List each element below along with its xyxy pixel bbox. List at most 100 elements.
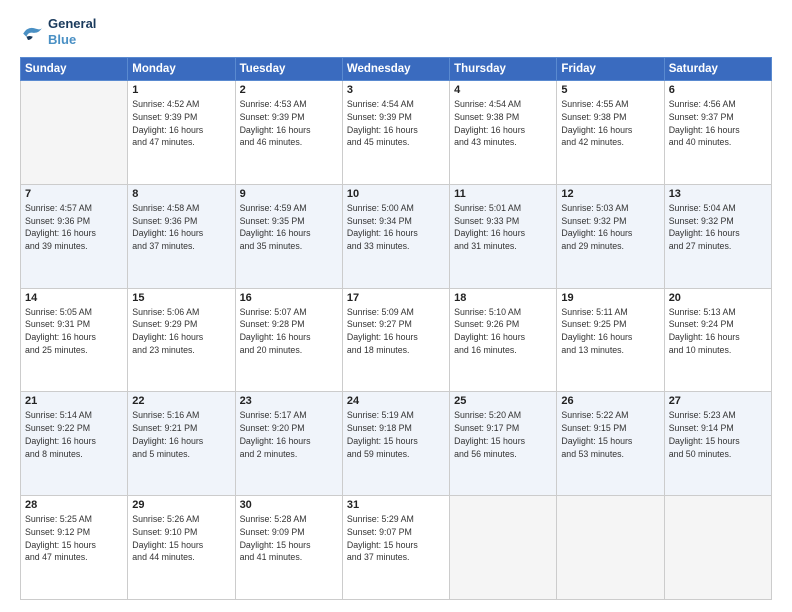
day-number: 11: [454, 188, 552, 200]
calendar-cell: 6 Sunrise: 4:56 AM Sunset: 9:37 PM Daylig…: [664, 81, 771, 185]
day-info: Sunrise: 5:23 AM Sunset: 9:14 PM Dayligh…: [669, 409, 767, 460]
day-info: Sunrise: 5:17 AM Sunset: 9:20 PM Dayligh…: [240, 409, 338, 460]
calendar-week-row: 1 Sunrise: 4:52 AM Sunset: 9:39 PM Daylig…: [21, 81, 772, 185]
day-info: Sunrise: 5:16 AM Sunset: 9:21 PM Dayligh…: [132, 409, 230, 460]
day-number: 28: [25, 499, 123, 511]
day-info: Sunrise: 5:05 AM Sunset: 9:31 PM Dayligh…: [25, 306, 123, 357]
calendar-cell: [664, 496, 771, 600]
calendar-cell: 5Sunrise: 4:55 AM Sunset: 9:38 PM Daylig…: [557, 81, 664, 185]
calendar-header-thursday: Thursday: [450, 58, 557, 81]
calendar-cell: 23 Sunrise: 5:17 AM Sunset: 9:20 PM Dayli…: [235, 392, 342, 496]
calendar-header-friday: Friday: [557, 58, 664, 81]
day-info: Sunrise: 5:00 AM Sunset: 9:34 PM Dayligh…: [347, 202, 445, 253]
day-number: 2: [240, 84, 338, 96]
day-number: 9: [240, 188, 338, 200]
calendar-cell: 18 Sunrise: 5:10 AM Sunset: 9:26 PM Dayli…: [450, 288, 557, 392]
day-info: Sunrise: 5:06 AM Sunset: 9:29 PM Dayligh…: [132, 306, 230, 357]
calendar-week-row: 7 Sunrise: 4:57 AM Sunset: 9:36 PM Daylig…: [21, 184, 772, 288]
calendar-cell: 29 Sunrise: 5:26 AM Sunset: 9:10 PM Dayli…: [128, 496, 235, 600]
calendar-cell: 11 Sunrise: 5:01 AM Sunset: 9:33 PM Dayli…: [450, 184, 557, 288]
day-number: 15: [132, 292, 230, 304]
day-info: Sunrise: 4:53 AM Sunset: 9:39 PM Dayligh…: [240, 98, 338, 149]
calendar-cell: 28 Sunrise: 5:25 AM Sunset: 9:12 PM Dayli…: [21, 496, 128, 600]
day-info: Sunrise: 5:01 AM Sunset: 9:33 PM Dayligh…: [454, 202, 552, 253]
calendar-cell: 12 Sunrise: 5:03 AM Sunset: 9:32 PM Dayli…: [557, 184, 664, 288]
day-info: Sunrise: 5:29 AM Sunset: 9:07 PM Dayligh…: [347, 513, 445, 564]
day-info: Sunrise: 5:10 AM Sunset: 9:26 PM Dayligh…: [454, 306, 552, 357]
calendar-header-monday: Monday: [128, 58, 235, 81]
day-info: Sunrise: 4:58 AM Sunset: 9:36 PM Dayligh…: [132, 202, 230, 253]
day-number: 6: [669, 84, 767, 96]
day-info: Sunrise: 4:54 AM Sunset: 9:39 PM Dayligh…: [347, 98, 445, 149]
header: General Blue: [20, 16, 772, 47]
day-number: 4: [454, 84, 552, 96]
day-info: Sunrise: 5:22 AM Sunset: 9:15 PM Dayligh…: [561, 409, 659, 460]
calendar-week-row: 14 Sunrise: 5:05 AM Sunset: 9:31 PM Dayli…: [21, 288, 772, 392]
day-number: 23: [240, 395, 338, 407]
day-number: 18: [454, 292, 552, 304]
day-number: 1: [132, 84, 230, 96]
day-info: Sunrise: 5:13 AM Sunset: 9:24 PM Dayligh…: [669, 306, 767, 357]
calendar-cell: 16 Sunrise: 5:07 AM Sunset: 9:28 PM Dayli…: [235, 288, 342, 392]
calendar-cell: 2 Sunrise: 4:53 AM Sunset: 9:39 PM Daylig…: [235, 81, 342, 185]
calendar-cell: 1 Sunrise: 4:52 AM Sunset: 9:39 PM Daylig…: [128, 81, 235, 185]
page: General Blue SundayMondayTuesdayWednesda…: [0, 0, 792, 612]
calendar-cell: 24 Sunrise: 5:19 AM Sunset: 9:18 PM Dayli…: [342, 392, 449, 496]
day-info: Sunrise: 5:04 AM Sunset: 9:32 PM Dayligh…: [669, 202, 767, 253]
day-info: Sunrise: 5:26 AM Sunset: 9:10 PM Dayligh…: [132, 513, 230, 564]
calendar-table: SundayMondayTuesdayWednesdayThursdayFrid…: [20, 57, 772, 600]
day-number: 12: [561, 188, 659, 200]
day-number: 24: [347, 395, 445, 407]
calendar-cell: 26 Sunrise: 5:22 AM Sunset: 9:15 PM Dayli…: [557, 392, 664, 496]
calendar-header-tuesday: Tuesday: [235, 58, 342, 81]
day-number: 16: [240, 292, 338, 304]
calendar-cell: 31 Sunrise: 5:29 AM Sunset: 9:07 PM Dayli…: [342, 496, 449, 600]
day-number: 26: [561, 395, 659, 407]
day-number: 17: [347, 292, 445, 304]
calendar-week-row: 28 Sunrise: 5:25 AM Sunset: 9:12 PM Dayli…: [21, 496, 772, 600]
day-number: 14: [25, 292, 123, 304]
calendar-cell: 17Sunrise: 5:09 AM Sunset: 9:27 PM Dayli…: [342, 288, 449, 392]
day-info: Sunrise: 5:07 AM Sunset: 9:28 PM Dayligh…: [240, 306, 338, 357]
calendar-cell: 21 Sunrise: 5:14 AM Sunset: 9:22 PM Dayli…: [21, 392, 128, 496]
day-info: Sunrise: 5:20 AM Sunset: 9:17 PM Dayligh…: [454, 409, 552, 460]
calendar-header-sunday: Sunday: [21, 58, 128, 81]
day-info: Sunrise: 5:11 AM Sunset: 9:25 PM Dayligh…: [561, 306, 659, 357]
calendar-week-row: 21 Sunrise: 5:14 AM Sunset: 9:22 PM Dayli…: [21, 392, 772, 496]
day-number: 7: [25, 188, 123, 200]
calendar-cell: [450, 496, 557, 600]
day-number: 31: [347, 499, 445, 511]
day-number: 21: [25, 395, 123, 407]
calendar-cell: 20Sunrise: 5:13 AM Sunset: 9:24 PM Dayli…: [664, 288, 771, 392]
day-info: Sunrise: 4:56 AM Sunset: 9:37 PM Dayligh…: [669, 98, 767, 149]
calendar-cell: 19 Sunrise: 5:11 AM Sunset: 9:25 PM Dayli…: [557, 288, 664, 392]
calendar-cell: 22Sunrise: 5:16 AM Sunset: 9:21 PM Dayli…: [128, 392, 235, 496]
day-info: Sunrise: 5:25 AM Sunset: 9:12 PM Dayligh…: [25, 513, 123, 564]
calendar-cell: 13 Sunrise: 5:04 AM Sunset: 9:32 PM Dayli…: [664, 184, 771, 288]
day-info: Sunrise: 4:52 AM Sunset: 9:39 PM Dayligh…: [132, 98, 230, 149]
day-info: Sunrise: 5:28 AM Sunset: 9:09 PM Dayligh…: [240, 513, 338, 564]
calendar-cell: 10Sunrise: 5:00 AM Sunset: 9:34 PM Dayli…: [342, 184, 449, 288]
day-info: Sunrise: 5:14 AM Sunset: 9:22 PM Dayligh…: [25, 409, 123, 460]
day-info: Sunrise: 4:57 AM Sunset: 9:36 PM Dayligh…: [25, 202, 123, 253]
day-number: 19: [561, 292, 659, 304]
logo-icon: [20, 22, 44, 42]
day-number: 29: [132, 499, 230, 511]
calendar-cell: 15 Sunrise: 5:06 AM Sunset: 9:29 PM Dayli…: [128, 288, 235, 392]
logo: General Blue: [20, 16, 96, 47]
calendar-cell: [21, 81, 128, 185]
day-info: Sunrise: 5:19 AM Sunset: 9:18 PM Dayligh…: [347, 409, 445, 460]
calendar-cell: 25 Sunrise: 5:20 AM Sunset: 9:17 PM Dayli…: [450, 392, 557, 496]
day-number: 3: [347, 84, 445, 96]
logo-text: General Blue: [48, 16, 96, 47]
day-number: 27: [669, 395, 767, 407]
day-info: Sunrise: 4:54 AM Sunset: 9:38 PM Dayligh…: [454, 98, 552, 149]
day-number: 8: [132, 188, 230, 200]
day-number: 25: [454, 395, 552, 407]
calendar-cell: 30Sunrise: 5:28 AM Sunset: 9:09 PM Dayli…: [235, 496, 342, 600]
calendar-cell: 4 Sunrise: 4:54 AM Sunset: 9:38 PM Daylig…: [450, 81, 557, 185]
calendar-cell: 9Sunrise: 4:59 AM Sunset: 9:35 PM Daylig…: [235, 184, 342, 288]
day-number: 13: [669, 188, 767, 200]
day-info: Sunrise: 5:03 AM Sunset: 9:32 PM Dayligh…: [561, 202, 659, 253]
calendar-cell: 8 Sunrise: 4:58 AM Sunset: 9:36 PM Daylig…: [128, 184, 235, 288]
